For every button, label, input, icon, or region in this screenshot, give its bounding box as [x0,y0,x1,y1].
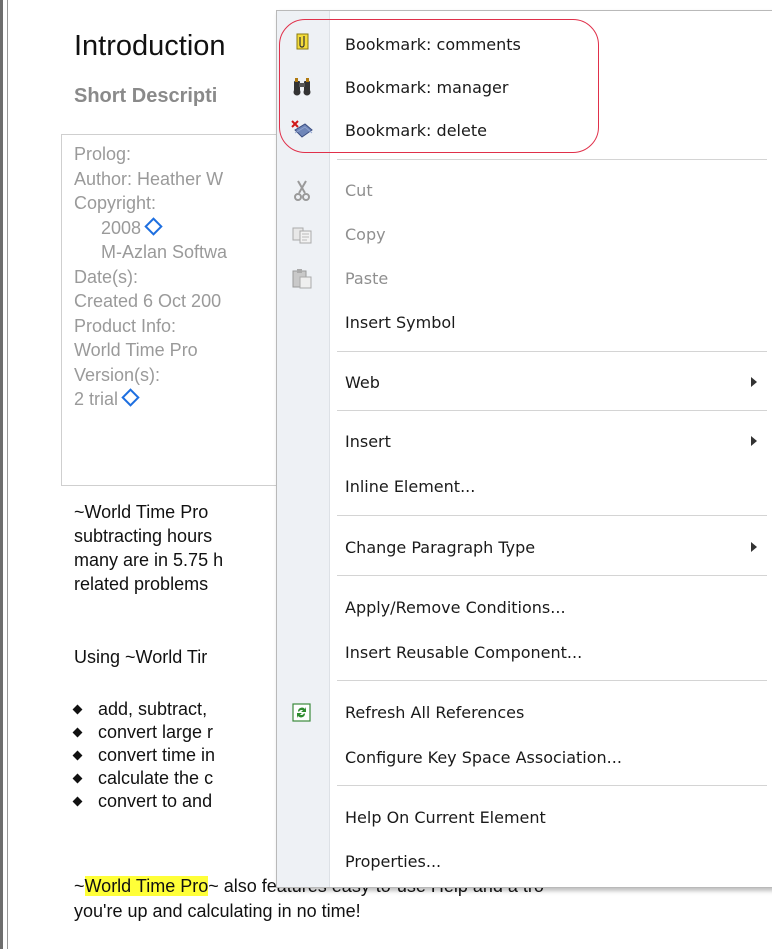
prolog-created: Created 6 Oct 200 [74,291,222,311]
menu-item-cut[interactable]: Cut [277,172,772,210]
menu-item-label: Paste [345,269,389,288]
menu-item-configure-key-space-association[interactable]: Configure Key Space Association... [277,739,772,777]
bullet-icon [72,727,83,738]
menu-separator [337,515,767,516]
paragraph-line[interactable]: you're up and calculating in no time! [74,901,361,922]
copyright-holder-text: M-Azlan Softwa [101,242,228,262]
short-description[interactable]: Short Descripti [74,85,217,108]
paragraph-line[interactable]: subtracting hours [74,526,212,547]
context-menu: Bookmark: comments Bookmark: manager Boo… [276,10,772,888]
prolog-copyright-holder: M-Azlan Softwa [74,240,227,265]
bullet-icon [72,796,83,807]
menu-item-label: Refresh All References [345,703,525,722]
menu-separator [337,410,767,411]
submenu-arrow-icon [751,542,757,552]
prolog-version-value: 2 trial [74,387,227,412]
annotation-oval [279,19,599,153]
prolog[interactable]: Prolog: Author: Heather W Copyright: 200… [74,142,227,412]
menu-item-label: Inline Element... [345,477,476,496]
menu-item-web[interactable]: Web [277,364,772,402]
list-item-text: convert large r [98,722,214,742]
list-item-text: convert to and [98,791,213,811]
paragraph-line[interactable]: Using ~World Tir [74,647,207,668]
menu-item-properties[interactable]: Properties... [277,843,772,881]
menu-item-refresh-all-references[interactable]: Refresh All References [277,694,772,732]
paragraph-line[interactable]: ~World Time Pro [74,502,208,523]
menu-item-change-paragraph-type[interactable]: Change Paragraph Type [277,529,772,567]
menu-item-label: Configure Key Space Association... [345,748,622,767]
menu-item-insert-symbol[interactable]: Insert Symbol [277,304,772,342]
prolog-dates-label: Date(s): [74,266,139,287]
menu-item-label: Insert Reusable Component... [345,643,583,662]
version-value-text: 2 trial [74,389,119,409]
menu-separator [337,159,767,160]
prolog-author-text: Author: Heather W [74,168,224,189]
list-item[interactable]: convert to and [72,790,215,813]
bullet-icon [72,773,83,784]
prolog-versions-label: Version(s): [74,364,161,385]
menu-separator [337,680,767,681]
menu-item-inline-element[interactable]: Inline Element... [277,468,772,506]
list-item[interactable]: convert time in [72,744,216,767]
tilde-marker: ~ [74,876,85,896]
prolog-product-info-label: Product Info: [74,315,177,336]
menu-separator [337,351,767,352]
menu-item-label: Properties... [345,852,442,871]
prolog-heading: Prolog: [74,144,132,164]
list-item-text: calculate the c [98,768,214,788]
menu-item-label: Help On Current Element [345,808,546,827]
highlighted-text: World Time Pro [84,876,209,896]
menu-item-help-on-current-element[interactable]: Help On Current Element [277,799,772,837]
paragraph-line[interactable]: many are in 5.75 h [74,550,223,571]
menu-item-label: Change Paragraph Type [345,538,536,557]
bullet-icon [72,750,83,761]
bullet-list[interactable]: add, subtract, convert large r convert t… [72,698,216,813]
menu-separator [337,575,767,576]
refresh-icon [289,700,315,726]
menu-separator [337,785,767,786]
link-diamond-icon[interactable] [144,216,163,236]
menu-item-apply-remove-conditions[interactable]: Apply/Remove Conditions... [277,589,772,627]
scissors-icon [289,178,315,204]
menu-item-label: Web [345,373,380,392]
window-left-border [0,0,3,949]
prolog-copyright-year: 2008 [74,216,227,241]
prolog-author: Author: Heather W [74,167,227,192]
prolog-product-name: World Time Pro [74,340,198,360]
menu-item-insert-reusable-component[interactable]: Insert Reusable Component... [277,634,772,672]
list-item-text: convert time in [98,745,216,765]
window-left-border-inner [7,0,8,949]
menu-item-copy[interactable]: Copy [277,216,772,254]
page-title[interactable]: Introduction [74,30,226,63]
list-item[interactable]: convert large r [72,721,215,744]
menu-item-paste[interactable]: Paste [277,260,772,298]
copy-icon [289,222,315,248]
menu-item-label: Apply/Remove Conditions... [345,598,566,617]
menu-item-label: Cut [345,181,373,200]
menu-item-label: Insert [345,432,391,451]
paste-icon [289,266,315,292]
list-item[interactable]: calculate the c [72,767,215,790]
link-diamond-icon[interactable] [121,388,140,407]
submenu-arrow-icon [751,436,757,446]
menu-item-label: Insert Symbol [345,313,456,332]
list-item-text: add, subtract, [98,699,208,719]
bullet-icon [72,704,83,715]
prolog-copyright-label: Copyright: [74,193,157,213]
menu-item-label: Copy [345,225,386,244]
copyright-year-text: 2008 [101,217,142,238]
paragraph-line[interactable]: related problems [74,574,208,595]
menu-item-insert[interactable]: Insert [277,423,772,461]
list-item[interactable]: add, subtract, [72,698,215,721]
submenu-arrow-icon [751,377,757,387]
